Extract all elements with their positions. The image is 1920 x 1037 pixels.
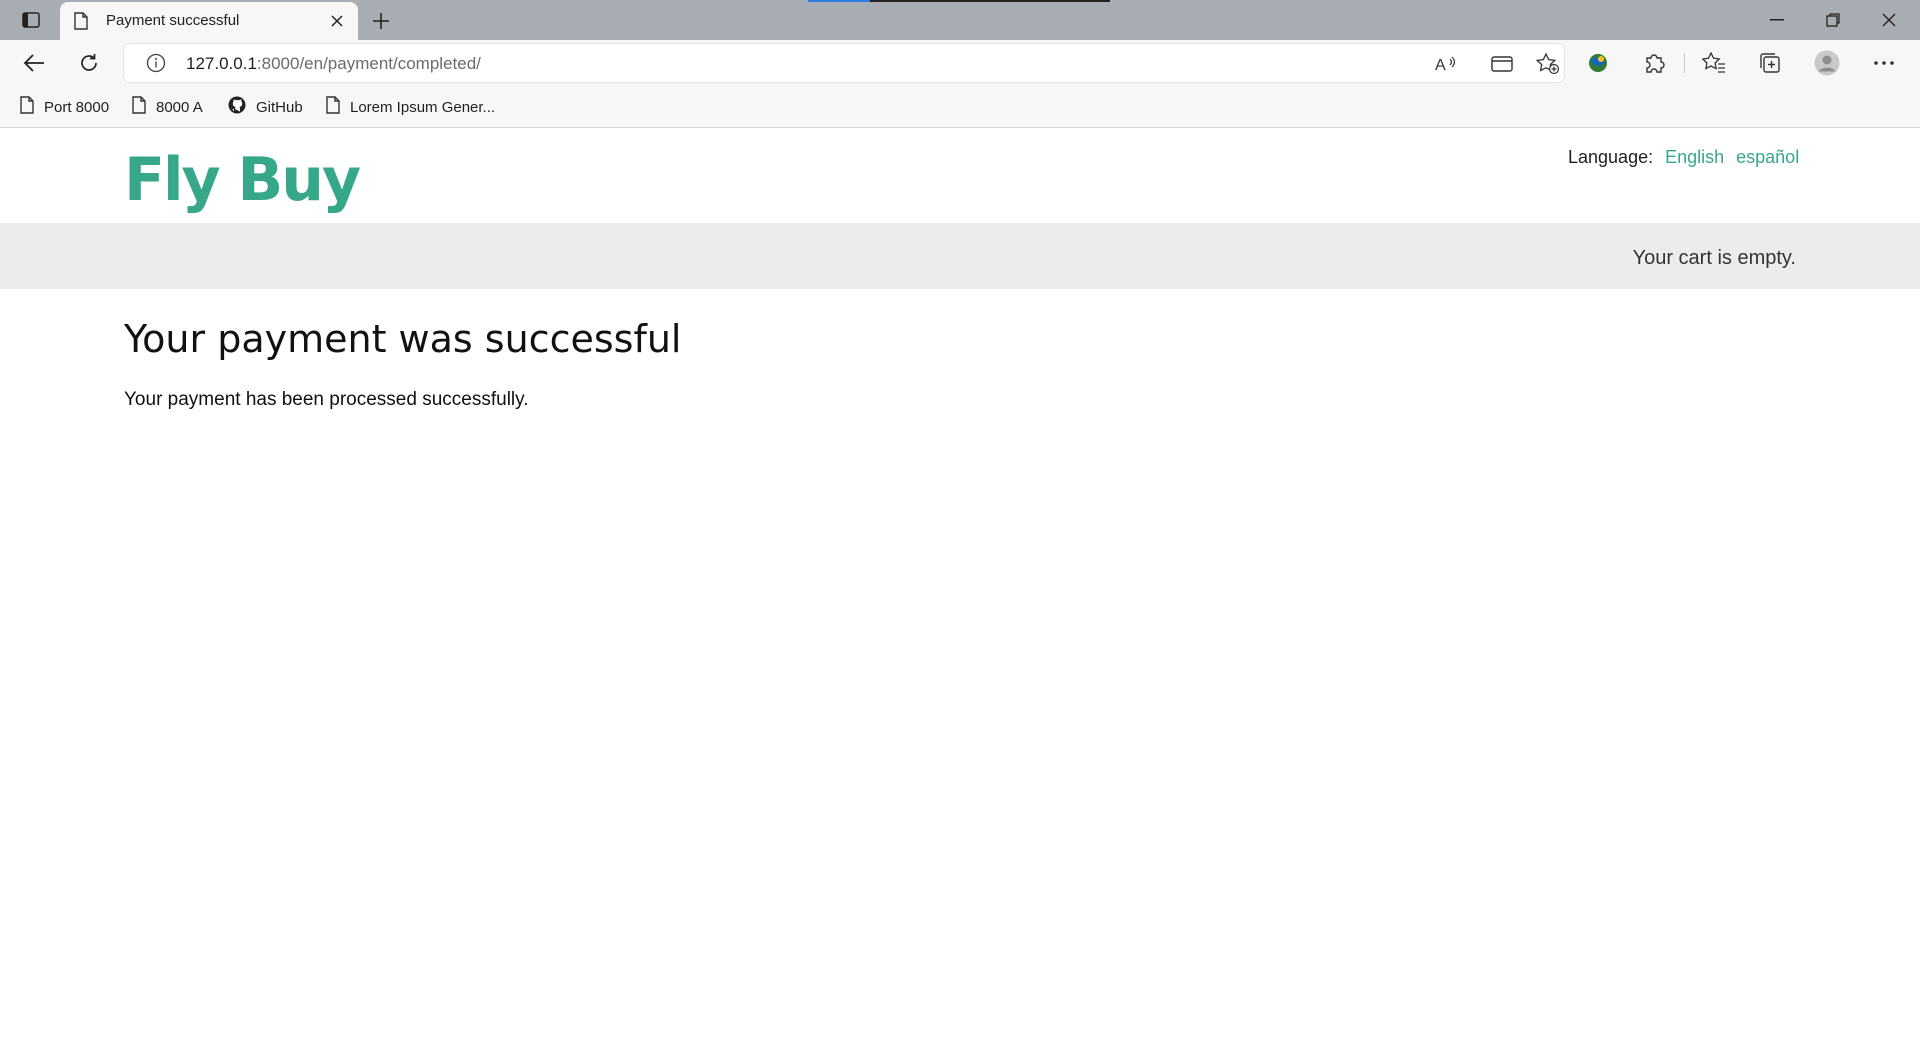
minimize-icon[interactable]: [1754, 6, 1800, 34]
page-icon: [20, 96, 34, 118]
back-icon[interactable]: [20, 49, 48, 77]
site-logo[interactable]: Fly Buy: [124, 145, 361, 215]
payment-message: Your payment has been processed successf…: [124, 389, 529, 410]
address-bar[interactable]: 127.0.0.1:8000/en/payment/completed/ A: [124, 44, 1564, 82]
read-aloud-icon[interactable]: A: [1434, 53, 1458, 75]
cart-status: Your cart is empty.: [1632, 247, 1796, 269]
cart-bar: Your cart is empty.: [0, 223, 1920, 289]
new-tab-icon[interactable]: [368, 8, 394, 34]
language-english-link[interactable]: English: [1665, 147, 1724, 168]
site-info-icon[interactable]: [146, 53, 166, 78]
svg-text:A: A: [1435, 57, 1446, 73]
bookmark-8000-a[interactable]: 8000 A: [132, 96, 203, 118]
collections-icon[interactable]: [1756, 49, 1784, 77]
browser-essentials-icon[interactable]: [1584, 49, 1612, 77]
language-label: Language:: [1568, 147, 1654, 167]
bookmark-lorem-ipsum[interactable]: Lorem Ipsum Gener...: [326, 96, 495, 118]
github-icon: [228, 96, 246, 118]
restore-icon[interactable]: [1810, 6, 1856, 34]
page-title: Your payment was successful: [124, 317, 682, 361]
url-text[interactable]: 127.0.0.1:8000/en/payment/completed/: [186, 54, 481, 74]
language-spanish-link[interactable]: español: [1736, 147, 1799, 168]
tab-actions-icon[interactable]: [14, 8, 48, 32]
page-icon: [74, 12, 88, 35]
bookmark-port-8000[interactable]: Port 8000: [20, 96, 109, 118]
bookmark-github[interactable]: GitHub: [228, 96, 303, 118]
bookmark-label: Port 8000: [44, 98, 110, 116]
page-icon: [326, 96, 340, 118]
tab-title: Payment successful: [106, 12, 240, 29]
profile-avatar-icon[interactable]: [1813, 49, 1841, 77]
bookmarks-bar: Port 8000 8000 A GitHub Lorem Ipsum Gene…: [0, 86, 1920, 128]
reader-mode-icon[interactable]: [1490, 53, 1514, 75]
more-options-icon[interactable]: [1870, 49, 1898, 77]
page-icon: [132, 96, 146, 118]
browser-toolbar: 127.0.0.1:8000/en/payment/completed/ A: [0, 40, 1920, 86]
add-favorite-icon[interactable]: [1536, 53, 1560, 75]
web-page: Fly Buy Language: English español Your c…: [0, 129, 1920, 1037]
extensions-icon[interactable]: [1640, 49, 1668, 77]
refresh-icon[interactable]: [75, 49, 103, 77]
loading-indicator: [808, 0, 1110, 2]
bookmark-label: Lorem Ipsum Gener...: [350, 98, 496, 116]
close-tab-icon[interactable]: [328, 12, 346, 30]
browser-tab-bar: Payment successful: [0, 0, 1920, 40]
bookmark-label: 8000 A: [156, 98, 203, 116]
favorites-icon[interactable]: [1700, 49, 1728, 77]
close-window-icon[interactable]: [1866, 6, 1912, 34]
tab-payment-successful[interactable]: Payment successful: [60, 2, 358, 40]
language-selector: Language: English español: [1568, 147, 1799, 168]
bookmark-label: GitHub: [256, 98, 303, 116]
toolbar-divider: [1684, 53, 1685, 73]
